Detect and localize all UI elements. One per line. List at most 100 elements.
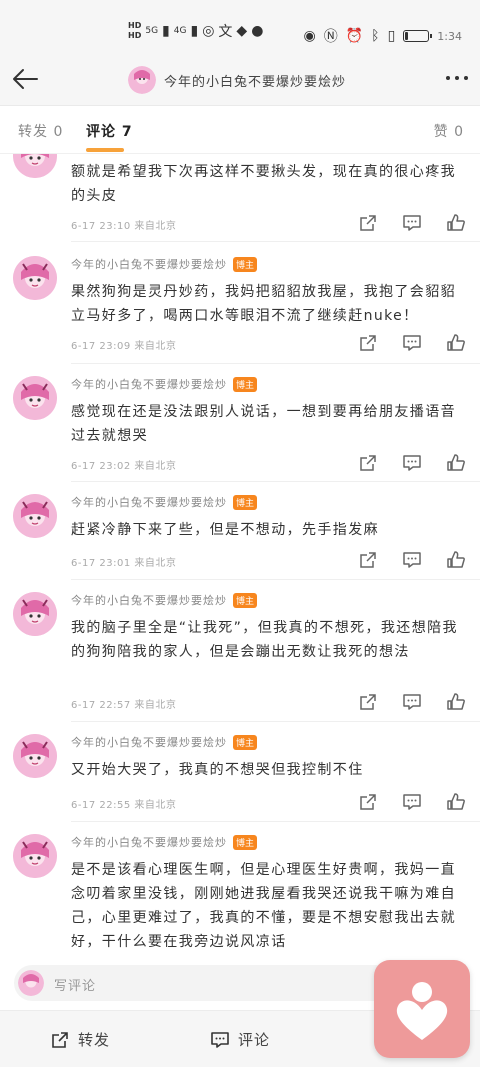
- comment-item: 今年的小白兔不要爆炒要烩炒 博主 我的脑子里全是“让我死”，但我真的不想死，我还想…: [0, 580, 480, 722]
- comment-author[interactable]: 今年的小白兔不要爆炒要烩炒 博主: [71, 494, 258, 510]
- tab-like[interactable]: 赞 0: [434, 121, 464, 141]
- top-bar: 今年的小白兔不要爆炒要烩炒: [0, 52, 480, 106]
- share-icon[interactable]: [358, 213, 378, 233]
- sim-indicator: HD HD: [128, 21, 141, 41]
- comment-icon[interactable]: [402, 333, 422, 353]
- comment-label: 评论: [238, 1031, 271, 1049]
- text-icon: 文: [218, 24, 233, 40]
- comment-item: 今年的小白兔不要爆炒要烩炒 博主 是不是该看心理医生啊，但是心理医生好贵啊，我妈一…: [0, 822, 480, 954]
- signal-icon: ▮: [162, 23, 170, 39]
- comment-actions: [358, 692, 466, 712]
- header-avatar[interactable]: [128, 66, 156, 94]
- more-icon[interactable]: [446, 76, 468, 80]
- battery-fill: [405, 32, 408, 40]
- eye-icon: ◉: [303, 28, 316, 44]
- comment-text: 赶紧冷静下来了些，但是不想动，先手指发麻: [71, 522, 379, 538]
- comment-text: 额就是希望我下次再这样不要揪头发，现在真的很心疼我的头皮: [71, 164, 456, 204]
- like-icon[interactable]: [446, 213, 466, 233]
- repost-label: 转发: [78, 1031, 111, 1049]
- comment-author[interactable]: 今年的小白兔不要爆炒要烩炒 博主: [71, 734, 258, 750]
- author-badge: 博主: [233, 376, 258, 392]
- comment-meta: 6-17 23:02 来自北京: [71, 461, 177, 472]
- comment-actions: [358, 453, 466, 473]
- nfc-icon: Ⓝ: [323, 29, 338, 45]
- share-icon[interactable]: [358, 792, 378, 812]
- author-badge: 博主: [233, 734, 258, 750]
- signal-icon: ▮: [190, 23, 199, 39]
- alarm-icon: ⏰: [345, 28, 364, 44]
- author-name[interactable]: 今年的小白兔不要爆炒要烩炒: [71, 834, 227, 850]
- comment-meta: 6-17 23:01 来自北京: [71, 558, 177, 569]
- floating-heart-button[interactable]: [374, 960, 470, 1058]
- like-icon[interactable]: [446, 453, 466, 473]
- repost-button[interactable]: 转发: [50, 1029, 110, 1050]
- author-name[interactable]: 今年的小白兔不要爆炒要烩炒: [71, 592, 227, 608]
- comment-actions: [358, 792, 466, 812]
- comment-icon[interactable]: [402, 792, 422, 812]
- avatar[interactable]: [13, 154, 57, 178]
- comment-item: 今年的小白兔不要爆炒要烩炒 博主 赶紧冷静下来了些，但是不想动，先手指发麻 6-1…: [0, 482, 480, 580]
- back-arrow-icon[interactable]: [10, 64, 40, 94]
- author-name[interactable]: 今年的小白兔不要爆炒要烩炒: [71, 494, 227, 510]
- comment-meta: 6-17 22:57 来自北京: [71, 700, 177, 711]
- like-icon[interactable]: [446, 792, 466, 812]
- comment-icon: [211, 1031, 229, 1048]
- page-title[interactable]: 今年的小白兔不要爆炒要烩炒: [164, 71, 346, 90]
- comment-meta: 6-17 23:09 来自北京: [71, 341, 177, 352]
- comment-item: 额就是希望我下次再这样不要揪头发，现在真的很心疼我的头皮 6-17 23:10 …: [0, 154, 480, 244]
- comment-author[interactable]: 今年的小白兔不要爆炒要烩炒 博主: [71, 592, 258, 608]
- write-comment-placeholder[interactable]: 写评论: [54, 975, 96, 994]
- avatar[interactable]: [13, 256, 57, 300]
- comment-button[interactable]: 评论: [210, 1029, 270, 1050]
- comment-text: 果然狗狗是灵丹妙药，我妈把貂貂放我屋，我抱了会貂貂立马好多了，喝两口水等眼泪不流…: [71, 284, 456, 324]
- status-bar: HD HD 5G ▮ 4G ▮ ◎ 文 ◆ ● ◉ Ⓝ ⏰ ᛒ ▯ 1:34: [0, 0, 480, 52]
- comment-item: 今年的小白兔不要爆炒要烩炒 博主 果然狗狗是灵丹妙药，我妈把貂貂放我屋，我抱了会貂…: [0, 242, 480, 364]
- author-name[interactable]: 今年的小白兔不要爆炒要烩炒: [71, 376, 227, 392]
- comment-author[interactable]: 今年的小白兔不要爆炒要烩炒 博主: [71, 256, 258, 272]
- comment-meta: 6-17 23:10 来自北京: [71, 221, 177, 232]
- avatar[interactable]: [13, 494, 57, 538]
- active-tab-indicator: [86, 148, 124, 152]
- avatar[interactable]: [13, 834, 57, 878]
- comment-actions: [358, 333, 466, 353]
- comment-text: 感觉现在还是没法跟别人说话，一想到要再给朋友播语音过去就想哭: [71, 404, 456, 444]
- tab-repost[interactable]: 转发 0: [18, 121, 63, 141]
- comment-text: 又开始大哭了，我真的不想哭但我控制不住: [71, 762, 364, 778]
- comment-item: 今年的小白兔不要爆炒要烩炒 博主 感觉现在还是没法跟别人说话，一想到要再给朋友播语…: [0, 364, 480, 482]
- comment-icon[interactable]: [402, 692, 422, 712]
- comment-text: 我的脑子里全是“让我死”，但我真的不想死，我还想陪我的狗狗陪我的家人，但是会蹦出…: [71, 620, 458, 660]
- vibrate-icon: ▯: [387, 28, 396, 44]
- comment-meta: 6-17 22:55 来自北京: [71, 800, 177, 811]
- network2-label: 4G: [173, 26, 187, 36]
- share-icon[interactable]: [358, 550, 378, 570]
- comment-list[interactable]: 额就是希望我下次再这样不要揪头发，现在真的很心疼我的头皮 6-17 23:10 …: [0, 154, 480, 954]
- avatar[interactable]: [13, 734, 57, 778]
- avatar[interactable]: [13, 376, 57, 420]
- comment-author[interactable]: 今年的小白兔不要爆炒要烩炒 博主: [71, 376, 258, 392]
- battery-icon: [403, 30, 433, 42]
- author-name[interactable]: 今年的小白兔不要爆炒要烩炒: [71, 734, 227, 750]
- avatar[interactable]: [13, 592, 57, 636]
- share-icon[interactable]: [358, 453, 378, 473]
- app-icon: ◆: [236, 23, 248, 39]
- comment-item: 今年的小白兔不要爆炒要烩炒 博主 又开始大哭了，我真的不想哭但我控制不住 6-17…: [0, 722, 480, 822]
- comment-actions: [358, 213, 466, 233]
- like-icon[interactable]: [446, 333, 466, 353]
- comment-icon[interactable]: [402, 550, 422, 570]
- share-icon[interactable]: [358, 692, 378, 712]
- tab-comment[interactable]: 评论 7: [86, 121, 133, 141]
- comment-icon[interactable]: [402, 213, 422, 233]
- my-avatar: [18, 970, 44, 996]
- status-bar-right: ◉ Ⓝ ⏰ ᛒ ▯ 1:34: [304, 26, 462, 46]
- qq-icon: ●: [251, 23, 264, 39]
- comment-icon[interactable]: [402, 453, 422, 473]
- author-badge: 博主: [233, 592, 258, 608]
- network1-label: 5G: [145, 26, 159, 36]
- like-icon[interactable]: [446, 550, 466, 570]
- comment-author[interactable]: 今年的小白兔不要爆炒要烩炒 博主: [71, 834, 258, 850]
- author-name[interactable]: 今年的小白兔不要爆炒要烩炒: [71, 256, 227, 272]
- share-icon: [52, 1031, 68, 1048]
- clock: 1:34: [437, 29, 462, 43]
- like-icon[interactable]: [446, 692, 466, 712]
- share-icon[interactable]: [358, 333, 378, 353]
